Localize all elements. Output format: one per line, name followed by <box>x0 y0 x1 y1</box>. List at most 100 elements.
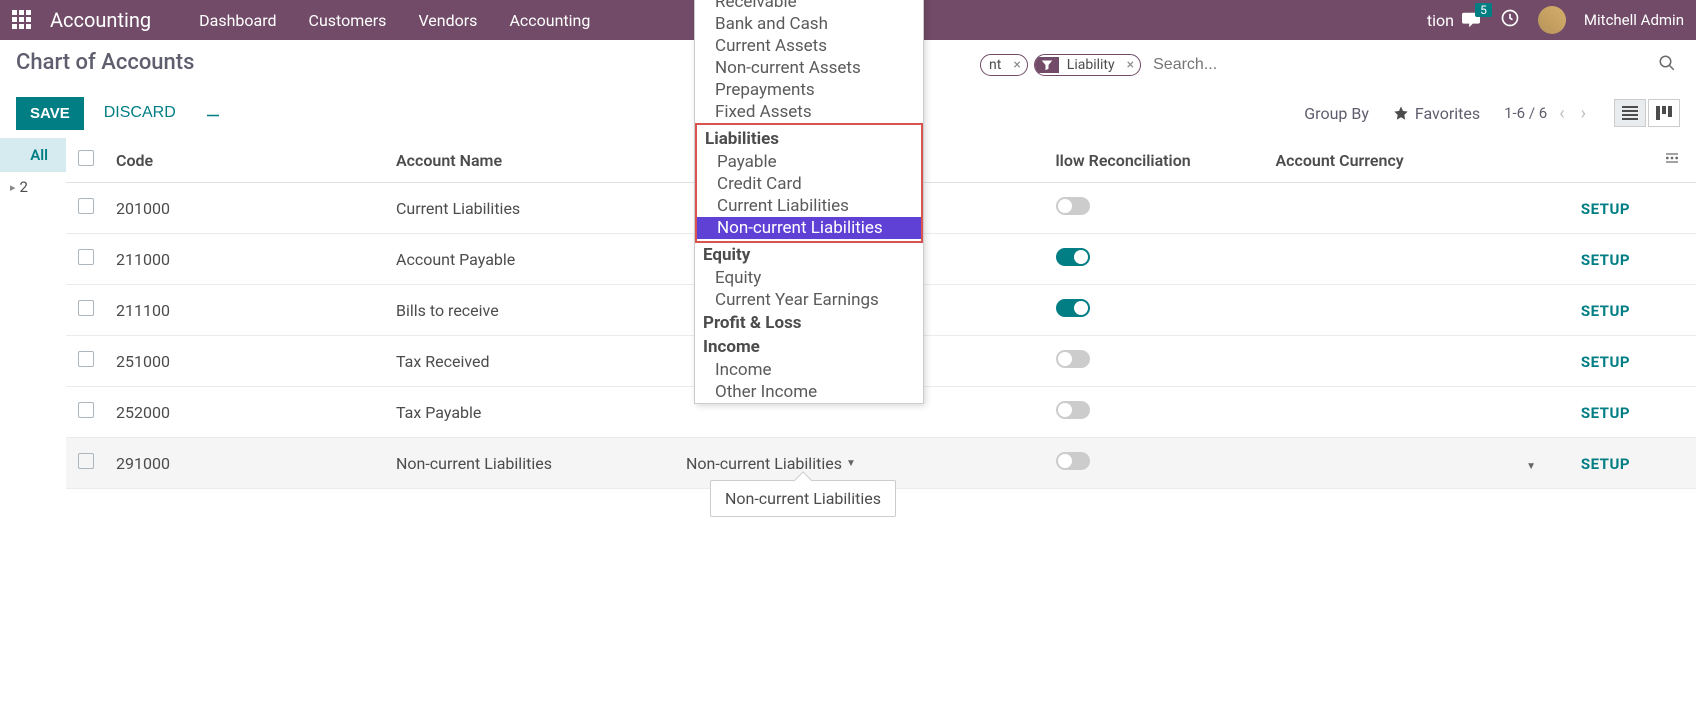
cell-recon[interactable] <box>1046 387 1266 438</box>
nav-accounting[interactable]: Accounting <box>493 11 606 30</box>
pager-range: 1-6 / 6 <box>1504 104 1547 122</box>
cell-currency[interactable]: ▼ <box>1266 438 1555 489</box>
filter-tag-1-label: nt <box>981 55 1007 75</box>
row-checkbox[interactable] <box>78 249 94 265</box>
dropdown-item[interactable]: Current Year Earnings <box>695 289 923 311</box>
filter-tag-2-close[interactable]: × <box>1121 57 1140 73</box>
groupby-button[interactable]: Group By <box>1304 104 1369 123</box>
filter-tag-2[interactable]: Liability × <box>1034 54 1141 76</box>
column-code[interactable]: Code <box>106 138 386 183</box>
user-avatar[interactable] <box>1538 6 1566 34</box>
nav-dashboard[interactable]: Dashboard <box>183 11 292 30</box>
favorites-label: Favorites <box>1415 104 1480 123</box>
type-value[interactable]: Non-current Liabilities <box>686 454 842 473</box>
setup-button[interactable]: SETUP <box>1581 404 1630 422</box>
reconciliation-toggle[interactable] <box>1056 401 1090 419</box>
dropdown-item[interactable]: Equity <box>695 267 923 289</box>
reconciliation-toggle[interactable] <box>1056 299 1090 317</box>
save-button[interactable]: SAVE <box>16 97 84 130</box>
pager: 1-6 / 6 ‹ › <box>1504 101 1590 126</box>
pager-next[interactable]: › <box>1577 101 1590 126</box>
search-icon[interactable] <box>1654 50 1680 80</box>
view-list-button[interactable] <box>1614 99 1646 127</box>
column-name[interactable]: Account Name <box>386 138 676 183</box>
reconciliation-toggle[interactable] <box>1056 248 1090 266</box>
column-reconciliation[interactable]: llow Reconciliation <box>1046 138 1266 183</box>
table-container: Code Account Name llow Reconciliation Ac… <box>66 138 1696 489</box>
reconciliation-toggle[interactable] <box>1056 197 1090 215</box>
dropdown-item[interactable]: Other Income <box>695 381 923 403</box>
groupby-label: Group By <box>1304 104 1369 123</box>
chevron-down-icon[interactable]: ▼ <box>846 458 856 469</box>
dropdown-group-header: Profit & Loss <box>695 311 923 335</box>
dropdown-item[interactable]: Credit Card <box>697 173 921 195</box>
user-name[interactable]: Mitchell Admin <box>1584 11 1684 29</box>
apps-grid-icon[interactable] <box>12 10 32 30</box>
column-settings-icon[interactable] <box>1654 138 1696 183</box>
cell-currency <box>1266 285 1555 336</box>
filter-tag-1[interactable]: nt × <box>980 54 1028 76</box>
search-bar: nt × Liability × <box>980 50 1680 80</box>
download-icon[interactable] <box>196 94 230 132</box>
cell-recon[interactable] <box>1046 234 1266 285</box>
filter-funnel-icon <box>1035 57 1059 73</box>
dropdown-item[interactable]: Fixed Assets <box>695 101 923 123</box>
cell-name: Bills to receive <box>386 285 676 336</box>
chevron-down-icon[interactable]: ▼ <box>1526 461 1536 472</box>
setup-button[interactable]: SETUP <box>1581 455 1630 473</box>
cell-currency <box>1266 387 1555 438</box>
row-checkbox[interactable] <box>78 402 94 418</box>
cell-currency <box>1266 183 1555 234</box>
cell-recon[interactable] <box>1046 336 1266 387</box>
nav-vendors[interactable]: Vendors <box>402 11 493 30</box>
cell-recon[interactable] <box>1046 183 1266 234</box>
cell-code: 251000 <box>106 336 386 387</box>
dropdown-item[interactable]: Prepayments <box>695 79 923 101</box>
setup-button[interactable]: SETUP <box>1581 353 1630 371</box>
dropdown-item[interactable]: Payable <box>697 151 921 173</box>
dropdown-item[interactable]: Current Assets <box>695 35 923 57</box>
column-currency[interactable]: Account Currency <box>1266 138 1555 183</box>
dropdown-group-header: Liabilities <box>697 127 921 151</box>
cell-recon[interactable] <box>1046 438 1266 489</box>
dropdown-item[interactable]: Bank and Cash <box>695 13 923 35</box>
dropdown-item[interactable]: Non-current Liabilities <box>697 217 921 239</box>
chat-count-badge: 5 <box>1475 3 1492 17</box>
dropdown-item[interactable]: Non-current Assets <box>695 57 923 79</box>
cell-name: Non-current Liabilities <box>386 438 676 489</box>
pager-prev[interactable]: ‹ <box>1555 101 1568 126</box>
row-checkbox[interactable] <box>78 300 94 316</box>
view-kanban-button[interactable] <box>1648 99 1680 127</box>
activity-clock-icon[interactable] <box>1500 8 1520 32</box>
cell-currency <box>1266 234 1555 285</box>
dropdown-item[interactable]: Income <box>695 359 923 381</box>
setup-button[interactable]: SETUP <box>1581 200 1630 218</box>
nav-customers[interactable]: Customers <box>293 11 403 30</box>
main-area: All 2 Code Account Name llow Reconciliat… <box>0 138 1696 489</box>
filter-tag-1-close[interactable]: × <box>1007 57 1026 73</box>
dropdown-item[interactable]: Current Liabilities <box>697 195 921 217</box>
nav-hidden-partial[interactable]: tion <box>1427 11 1460 30</box>
row-checkbox[interactable] <box>78 453 94 469</box>
cell-code: 211100 <box>106 285 386 336</box>
favorites-button[interactable]: Favorites <box>1393 104 1480 123</box>
chat-icon[interactable]: 5 <box>1460 11 1482 29</box>
type-dropdown[interactable]: Balance SheetAssetsReceivableBank and Ca… <box>694 0 924 404</box>
cell-code: 291000 <box>106 438 386 489</box>
cell-name: Tax Received <box>386 336 676 387</box>
search-input[interactable] <box>1145 52 1650 78</box>
left-sidebar: All 2 <box>0 138 66 489</box>
setup-button[interactable]: SETUP <box>1581 302 1630 320</box>
row-checkbox[interactable] <box>78 198 94 214</box>
discard-button[interactable]: DISCARD <box>94 96 186 130</box>
cell-recon[interactable] <box>1046 285 1266 336</box>
select-all-checkbox[interactable] <box>78 150 94 166</box>
dropdown-item[interactable]: Receivable <box>695 0 923 13</box>
reconciliation-toggle[interactable] <box>1056 452 1090 470</box>
type-tooltip: Non-current Liabilities <box>710 480 896 517</box>
sidebar-item-2[interactable]: 2 <box>0 172 66 202</box>
sidebar-all[interactable]: All <box>0 138 66 172</box>
reconciliation-toggle[interactable] <box>1056 350 1090 368</box>
row-checkbox[interactable] <box>78 351 94 367</box>
setup-button[interactable]: SETUP <box>1581 251 1630 269</box>
